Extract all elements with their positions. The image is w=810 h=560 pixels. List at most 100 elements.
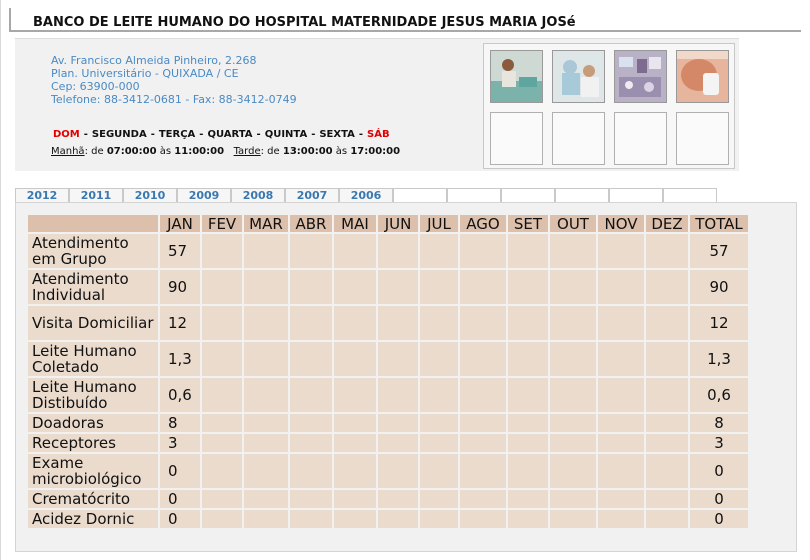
weekday-separator: - xyxy=(256,129,261,140)
cell-empty xyxy=(378,510,418,528)
cell-empty xyxy=(378,454,418,488)
cell-empty xyxy=(244,510,288,528)
column-header: TOTAL xyxy=(690,215,748,232)
weekday-2: SEGUNDA xyxy=(91,129,147,140)
tab-year[interactable]: 2010 xyxy=(123,188,177,203)
afternoon-end: 17:00:00 xyxy=(350,146,401,157)
cell-empty xyxy=(598,434,644,452)
cell-empty xyxy=(244,378,288,412)
cell-empty xyxy=(598,234,644,268)
tab-year[interactable]: 2009 xyxy=(177,188,231,203)
opening-hours: Manhã: de 07:00:00 às 11:00:00 Tarde: de… xyxy=(51,146,401,157)
cell-empty xyxy=(244,414,288,432)
de-text: de xyxy=(91,146,104,157)
cell-empty xyxy=(290,342,332,376)
cell-jan: 57 xyxy=(160,234,200,268)
cell-empty xyxy=(646,414,688,432)
cell-empty xyxy=(550,510,596,528)
cell-empty xyxy=(420,414,458,432)
cell-empty xyxy=(378,270,418,304)
cell-empty xyxy=(202,234,242,268)
table-row: Crematócrito 0 0 xyxy=(28,490,748,508)
cep-line: Cep: 63900-000 xyxy=(51,80,140,93)
header-corner xyxy=(28,215,158,232)
address-line: Av. Francisco Almeida Pinheiro, 2.268 xyxy=(51,54,257,67)
weekday-separator: - xyxy=(358,129,364,140)
tab-year[interactable]: 2011 xyxy=(69,188,123,203)
column-header: MAR xyxy=(244,215,288,232)
stats-panel: JAN FEV MAR ABR MAI JUN JUL AGO SET OUT NOV DEZ TOTA… xyxy=(15,202,797,552)
cell-empty xyxy=(202,378,242,412)
cell-empty xyxy=(508,510,548,528)
cell-empty xyxy=(598,490,644,508)
cell-empty xyxy=(244,490,288,508)
tab-year[interactable]: 2006 xyxy=(339,188,393,203)
cell-empty xyxy=(290,234,332,268)
cell-empty xyxy=(334,306,376,340)
row-label: Visita Domiciliar xyxy=(28,306,158,340)
cell-empty xyxy=(244,270,288,304)
cell-empty xyxy=(646,454,688,488)
column-header: FEV xyxy=(202,215,242,232)
column-header: JUL xyxy=(420,215,458,232)
tab-year[interactable]: 2012 xyxy=(15,188,69,203)
cell-empty xyxy=(508,490,548,508)
cell-empty xyxy=(334,454,376,488)
tab-year[interactable]: 2007 xyxy=(285,188,339,203)
weekdays-list: DOM - SEGUNDA - TERÇA - QUARTA - QUINTA - SEXTA - SÁ… xyxy=(53,129,390,140)
cell-jan: 12 xyxy=(160,306,200,340)
table-row: Acidez Dornic 0 0 xyxy=(28,510,748,528)
cell-empty xyxy=(290,510,332,528)
as-text: às xyxy=(159,146,172,157)
photo-thumbnail[interactable] xyxy=(676,50,729,103)
cell-empty xyxy=(550,234,596,268)
row-label: Leite Humano Coletado xyxy=(28,342,158,376)
photo-thumbnail[interactable] xyxy=(490,50,543,103)
page-frame: BANCO DE LEITE HUMANO DO HOSPITAL MATERN… xyxy=(0,0,810,560)
table-row: Atendimento em Grupo 57 57 xyxy=(28,234,748,268)
statistics-table: JAN FEV MAR ABR MAI JUN JUL AGO SET OUT NOV DEZ TOTA… xyxy=(26,213,750,530)
cell-empty xyxy=(378,306,418,340)
cell-empty xyxy=(646,490,688,508)
cell-empty xyxy=(420,490,458,508)
district-line: Plan. Universitário - QUIXADA / CE xyxy=(51,67,239,80)
cell-empty xyxy=(508,342,548,376)
cell-jan: 0 xyxy=(160,510,200,528)
cell-empty xyxy=(290,270,332,304)
cell-empty xyxy=(290,490,332,508)
weekday-6: SEXTA xyxy=(319,129,355,140)
cell-jan: 8 xyxy=(160,414,200,432)
cell-empty xyxy=(460,454,506,488)
cell-empty xyxy=(550,414,596,432)
cell-total: 0 xyxy=(690,490,748,508)
cell-jan: 90 xyxy=(160,270,200,304)
column-header: AGO xyxy=(460,215,506,232)
cell-empty xyxy=(334,342,376,376)
photo-placeholder xyxy=(490,112,543,165)
row-label: Crematócrito xyxy=(28,490,158,508)
table-row: Visita Domiciliar 12 12 xyxy=(28,306,748,340)
photo-thumbnail[interactable] xyxy=(552,50,605,103)
photo-placeholder xyxy=(676,112,729,165)
cell-empty xyxy=(550,306,596,340)
tab-year[interactable]: 2008 xyxy=(231,188,285,203)
cell-total: 0,6 xyxy=(690,378,748,412)
tab-empty xyxy=(447,188,501,203)
cell-empty xyxy=(378,490,418,508)
photo-thumbnail[interactable] xyxy=(614,50,667,103)
cell-empty xyxy=(420,306,458,340)
weekday-3: TERÇA xyxy=(158,129,196,140)
cell-empty xyxy=(334,414,376,432)
cell-empty xyxy=(334,434,376,452)
cell-empty xyxy=(290,306,332,340)
cell-total: 3 xyxy=(690,434,748,452)
column-header: MAI xyxy=(334,215,376,232)
contact-block: Av. Francisco Almeida Pinheiro, 2.268 Pl… xyxy=(51,54,297,106)
cell-empty xyxy=(290,454,332,488)
cell-empty xyxy=(550,454,596,488)
cell-empty xyxy=(598,510,644,528)
cell-total: 12 xyxy=(690,306,748,340)
cell-empty xyxy=(508,270,548,304)
weekday-4: QUARTA xyxy=(207,129,253,140)
cell-jan: 1,3 xyxy=(160,342,200,376)
